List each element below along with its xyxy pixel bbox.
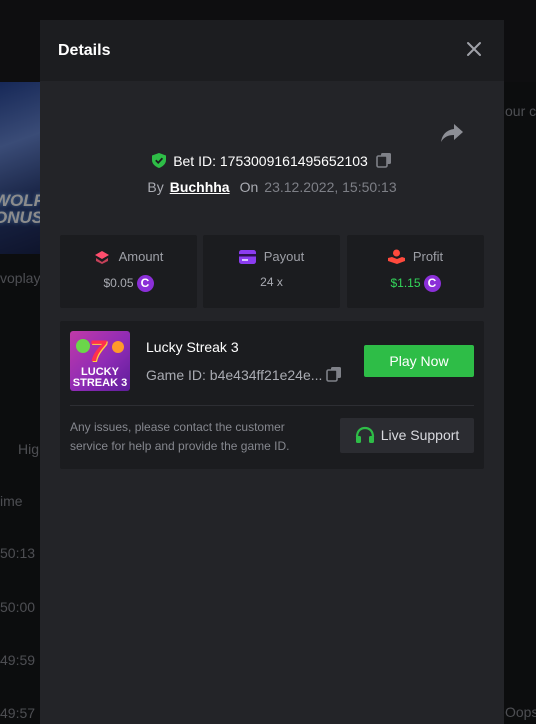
amount-label-row: Amount [60, 249, 197, 264]
modal-header: Details [40, 20, 504, 81]
copy-icon[interactable] [376, 152, 392, 168]
profit-value-row: $1.15 [347, 275, 484, 292]
profit-label-row: Profit [347, 249, 484, 264]
amount-value: $0.05 [103, 276, 134, 290]
share-icon[interactable] [440, 122, 464, 144]
on-label: On [239, 179, 259, 195]
payout-label: Payout [263, 249, 305, 264]
headset-icon [355, 426, 374, 443]
game-thumb-title: LUCKY STREAK 3 [72, 366, 128, 389]
profit-value: $1.15 [390, 276, 421, 290]
bet-datetime: 23.12.2022, 15:50:13 [264, 179, 397, 195]
payout-value: 24 x [260, 275, 283, 289]
support-text: Any issues, please contact the customer … [70, 420, 290, 453]
divider [70, 405, 474, 406]
live-support-label: Live Support [380, 427, 460, 443]
seven-decoration: 7 [89, 335, 106, 368]
live-support-button[interactable]: Live Support [340, 418, 474, 453]
bet-id: Bet ID: 1753009161495652103 [173, 153, 368, 169]
profit-hand-icon [387, 249, 405, 264]
coin-icon [136, 275, 154, 292]
by-label: By [147, 179, 164, 195]
bet-details-modal: Details Bet ID: 1753009161495652103 By Bu… [40, 20, 504, 724]
fruit-decoration [112, 341, 124, 353]
play-now-button[interactable]: Play Now [364, 345, 474, 377]
game-id: Game ID: b4e434ff21e24e... [146, 367, 323, 383]
bet-id-line: Bet ID: 1753009161495652103 [40, 152, 504, 169]
modal-title: Details [58, 42, 111, 59]
game-title: Lucky Streak 3 [146, 339, 239, 355]
amount-card: Amount $0.05 [60, 235, 197, 308]
amount-icon [94, 251, 109, 264]
username-link[interactable]: Buchhha [170, 179, 230, 195]
bet-meta-line: By Buchhha On 23.12.2022, 15:50:13 [40, 179, 504, 195]
close-icon[interactable] [464, 39, 484, 59]
game-id-line: Game ID: b4e434ff21e24e... [146, 366, 342, 383]
amount-value-row: $0.05 [60, 275, 197, 292]
amount-label: Amount [118, 249, 164, 264]
payout-card: Payout 24 x [203, 235, 340, 308]
fruit-decoration [76, 339, 90, 353]
profit-label: Profit [412, 249, 444, 264]
profit-card: Profit $1.15 [347, 235, 484, 308]
copy-icon[interactable] [326, 366, 342, 382]
payout-card-icon [238, 250, 256, 264]
game-panel: 7 LUCKY STREAK 3 Lucky Streak 3 Game ID:… [60, 321, 484, 469]
game-thumbnail[interactable]: 7 LUCKY STREAK 3 [70, 331, 130, 391]
shield-check-icon [152, 153, 167, 168]
payout-label-row: Payout [203, 249, 340, 264]
coin-icon [423, 275, 441, 292]
